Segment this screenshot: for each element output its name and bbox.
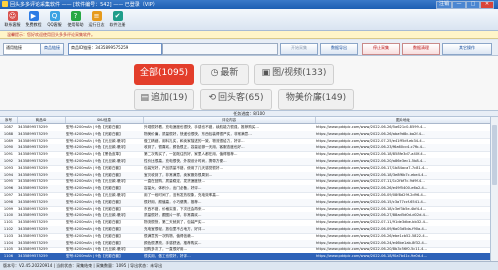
other-actions-button[interactable]: 其它操作 — [442, 43, 492, 55]
qq-icon: Q — [49, 11, 60, 21]
window-title: 回头多多评论采集软件 —— [软件编号：542] —— 已登录（VIP） — [10, 2, 158, 8]
image-icon: ▣ — [261, 68, 271, 78]
maximize-button[interactable]: □ — [466, 1, 480, 9]
tip-text: 温馨提示：您好欢迎使用回头多多评论采集软件。 — [7, 32, 95, 37]
export-data-button[interactable]: 数据导出 — [320, 43, 358, 55]
vertical-scrollbar[interactable] — [491, 117, 498, 261]
toolbar-button-4[interactable]: ≡ 运行日志 — [88, 11, 105, 28]
product-url-value: 3435899575259 — [95, 45, 129, 50]
status-bar: 版本号：V2.45.20220914 | 当前状态：采集结束 | 采集数量：10… — [0, 261, 498, 270]
cell-sku: 型号:4200mAh | 9色【光影白套】 — [66, 254, 123, 259]
clock-icon: ◷ — [210, 68, 219, 78]
mode-select[interactable]: 通用链接 — [3, 43, 41, 55]
review-filter-area: 全部(1095) ◷ 最新 ▣ 图/视频(133) ▤ 追加(19) ⟲ 回头客(65) 物美价廉… — [0, 56, 498, 110]
log-icon: ≡ — [91, 11, 102, 21]
table-header: 序号 商品ID SKU信息 评论内容 图片地址 — [0, 117, 490, 124]
title-bar: 回头多多评论采集软件 —— [软件编号：542] —— 已登录（VIP） 注销 … — [0, 0, 498, 9]
scrollbar-thumb[interactable] — [492, 125, 497, 185]
toolbar-button-0[interactable]: ☺ 联系客服 — [4, 11, 21, 28]
toolbar-button-3[interactable]: ? 使用帮助 — [67, 11, 84, 28]
filter-tag-label: 回头客(65) — [218, 93, 264, 103]
toolbar-label: QQ客服 — [47, 22, 62, 27]
filter-tag-2[interactable]: ▣ 图/视频(133) — [254, 64, 334, 85]
toolbar-label: 使用帮助 — [67, 22, 84, 27]
play-icon: ▶ — [28, 11, 39, 21]
filter-tag-label: 图/视频(133) — [272, 68, 327, 78]
filter-tag-label: 物美价廉(149) — [285, 93, 347, 103]
column-header[interactable]: 评论内容 — [143, 117, 316, 123]
column-header[interactable]: SKU信息 — [65, 117, 144, 123]
cell-url: https://www.pddpic.com/www/2022-06-18/f0… — [316, 254, 428, 259]
start-collect-button[interactable]: 开始采集 — [280, 43, 318, 55]
toolbar-label: 联系客服 — [4, 22, 21, 27]
toolbar-button-5[interactable]: ✔ 软件注册 — [109, 11, 126, 28]
toolbar-label: 软件注册 — [109, 22, 126, 27]
cell-content: 很实用，做工也很好，好评… — [144, 254, 191, 259]
filter-tag-1[interactable]: ◷ 最新 — [200, 64, 249, 85]
filter-tag-0[interactable]: 全部(1095) — [134, 64, 194, 85]
stop-collect-button[interactable]: 停止采集 — [362, 43, 400, 55]
task-progress: 任务进度：8/100 — [0, 110, 498, 117]
product-link-tab[interactable]: 商品链接 — [40, 43, 64, 55]
product-url-label: 商品ID链接： — [71, 45, 96, 50]
help-icon: ? — [70, 11, 81, 21]
register-icon: ✔ — [112, 11, 123, 21]
filter-tag-3[interactable]: ▤ 追加(19) — [134, 89, 194, 110]
toolbar-button-2[interactable]: Q QQ客服 — [46, 11, 63, 28]
product-url-field[interactable]: 商品ID链接：3435899575259 — [68, 43, 162, 55]
toolbar-label: 运行日志 — [88, 22, 105, 27]
filter-tag-label: 最新 — [220, 68, 239, 78]
reviews-table: 序号 商品ID SKU信息 评论内容 图片地址 1087 3435899575259 型号:… — [0, 117, 491, 261]
repeat-customer-icon: ⟲ — [208, 93, 217, 103]
logout-button[interactable]: 注销 — [436, 1, 452, 9]
cell-id: 3435899575259 — [18, 254, 48, 259]
control-bar: 通用链接 商品链接 商品ID链接：3435899575259 开始采集 数据导出… — [0, 40, 498, 56]
user-icon: ☺ — [7, 11, 18, 21]
toolbar-button-1[interactable]: ▶ 免费教程 — [25, 11, 42, 28]
toolbar-label: 免费教程 — [25, 22, 42, 27]
tip-bar: 温馨提示：您好欢迎使用回头多多评论采集软件。 — [0, 31, 498, 39]
table-row[interactable]: 1106 3435899575259 型号:4200mAh | 9色【光影白套】 很实… — [0, 253, 490, 261]
filter-tag-5[interactable]: 物美价廉(149) — [278, 89, 354, 110]
column-header[interactable]: 序号 — [0, 117, 18, 123]
append-icon: ▤ — [140, 93, 150, 103]
single-product-field[interactable] — [162, 43, 278, 55]
column-header[interactable]: 图片地址 — [315, 117, 490, 123]
clear-data-button[interactable]: 数据清理 — [402, 43, 440, 55]
cell-no: 1106 — [3, 254, 14, 259]
filter-tag-label: 追加(19) — [151, 93, 188, 103]
filter-tag-4[interactable]: ⟲ 回头客(65) — [200, 89, 272, 110]
close-button[interactable]: ✕ — [480, 1, 494, 9]
toolbar: ☺ 联系客服 ▶ 免费教程 Q QQ客服? 使用帮助 ≡ 运行日志 ✔ 软件注册 — [0, 9, 498, 31]
minimize-button[interactable]: — — [452, 1, 466, 9]
column-header[interactable]: 商品ID — [17, 117, 66, 123]
app-logo-icon — [2, 1, 8, 7]
status-text: 版本号：V2.45.20220914 | 当前状态：采集结束 | 采集数量：10… — [3, 263, 163, 268]
filter-tag-label: 全部(1095) — [140, 68, 188, 78]
